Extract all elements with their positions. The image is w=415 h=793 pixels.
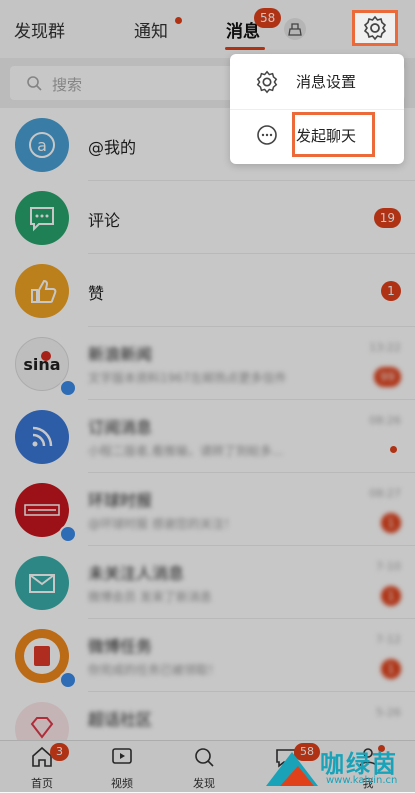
- watermark-text: 咖绿茵: [320, 750, 398, 778]
- gear-highlight-box: [352, 10, 398, 46]
- menu-item-label: 消息设置: [296, 73, 357, 91]
- watermark: 咖绿茵 www.kalvin.cn: [262, 742, 414, 792]
- menu-item-message-settings[interactable]: 消息设置: [230, 56, 404, 108]
- chat-bubble-icon: [255, 123, 279, 151]
- gear-icon: [254, 69, 280, 99]
- watermark-url: www.kalvin.cn: [326, 775, 398, 786]
- start-chat-highlight-box: [292, 112, 375, 157]
- watermark-logo-icon: [266, 752, 318, 786]
